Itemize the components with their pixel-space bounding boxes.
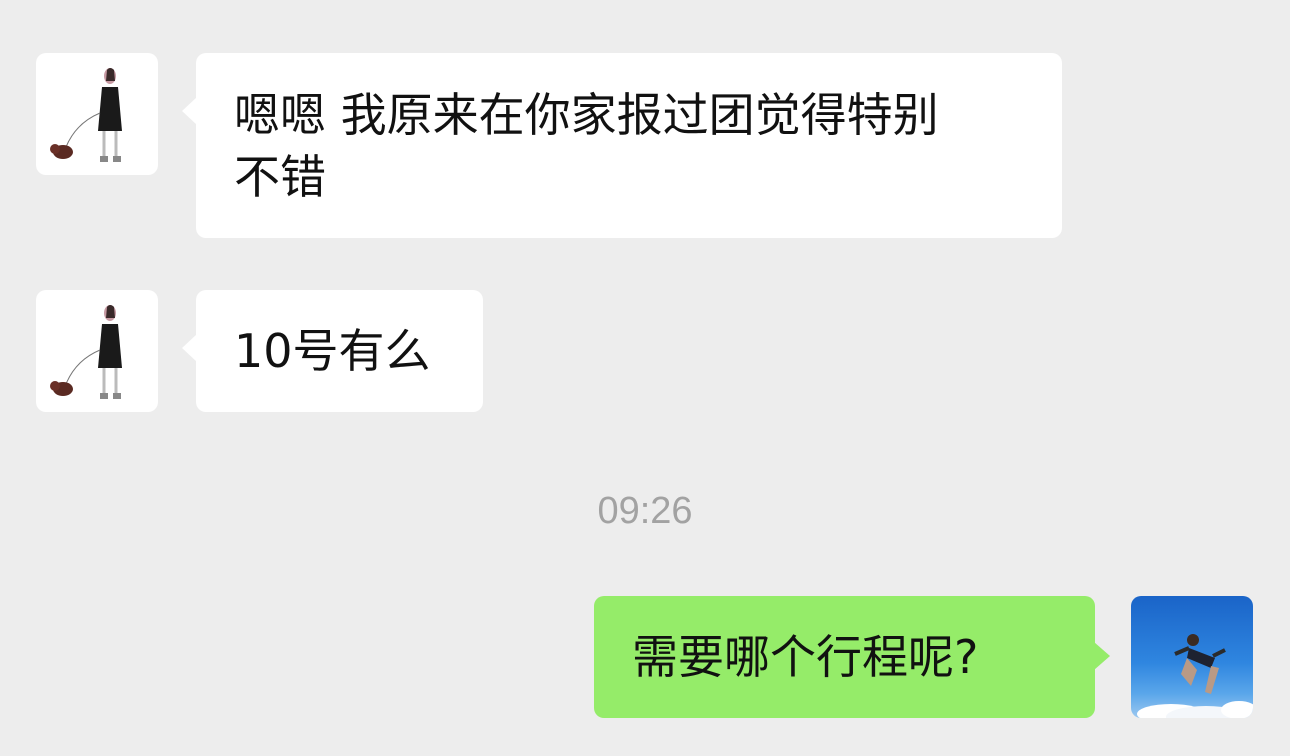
message-text-line: 嗯嗯 我原来在你家报过团觉得特别 — [234, 88, 939, 142]
message-text: 10号有么 — [234, 324, 431, 378]
person-jumping-sky-avatar-icon — [1137, 634, 1253, 718]
chat-view: 嗯嗯 我原来在你家报过团觉得特别 不错 10号有么 09:26 需要哪个行程呢? — [0, 0, 1290, 756]
my-avatar[interactable] — [1131, 596, 1253, 718]
outgoing-message-bubble[interactable]: 需要哪个行程呢? — [594, 596, 1110, 718]
incoming-message-bubble[interactable]: 嗯嗯 我原来在你家报过团觉得特别 不错 — [182, 53, 1062, 238]
incoming-message-bubble[interactable]: 10号有么 — [182, 290, 483, 412]
girl-walking-dog-avatar-icon — [50, 68, 122, 162]
girl-walking-dog-avatar-icon — [50, 305, 122, 399]
message-text-line: 不错 — [234, 150, 326, 204]
contact-avatar[interactable] — [36, 53, 158, 175]
contact-avatar[interactable] — [36, 290, 158, 412]
message-text: 需要哪个行程呢? — [632, 630, 979, 684]
message-timestamp: 09:26 — [597, 490, 693, 532]
